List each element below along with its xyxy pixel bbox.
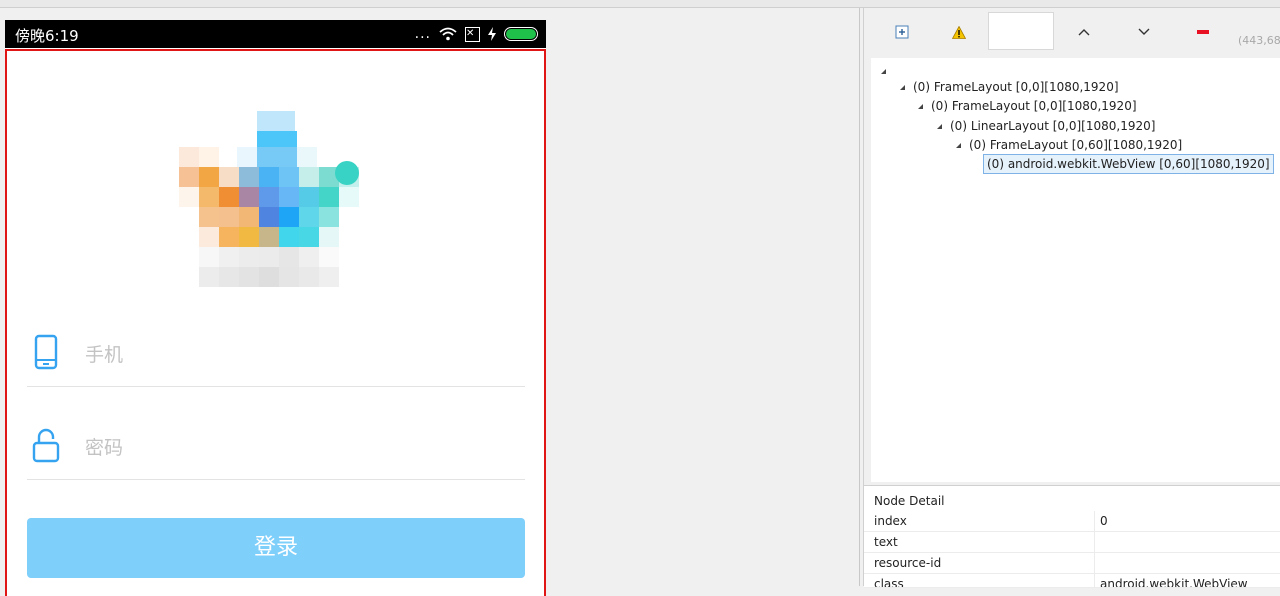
wifi-icon: [439, 27, 457, 41]
next-match-button[interactable]: [1131, 19, 1157, 45]
previous-match-button[interactable]: [1071, 19, 1097, 45]
detail-key: class: [874, 577, 904, 588]
tree-node-label: (0) LinearLayout [0,0][1080,1920]: [950, 119, 1156, 133]
login-button[interactable]: 登录: [27, 518, 525, 578]
status-bar: 傍晚6:19 ... ✕: [5, 20, 546, 48]
no-sim-icon: ✕: [465, 26, 480, 42]
detail-row-index[interactable]: index 0: [864, 511, 1280, 532]
expand-all-button[interactable]: [889, 19, 915, 45]
tree-node[interactable]: (0) LinearLayout [0,0][1080,1920]: [936, 117, 1155, 135]
tree-node-label: (0) FrameLayout [0,60][1080,1920]: [969, 138, 1183, 152]
screenshot-pane[interactable]: 傍晚6:19 ... ✕ 手机 密码 登录: [0, 8, 860, 596]
detail-value: android.webkit.WebView: [1100, 577, 1248, 588]
detail-row-text[interactable]: text: [864, 532, 1280, 553]
clear-search-button[interactable]: [1190, 19, 1216, 45]
tree-node-label: (0) android.webkit.WebView [0,60][1080,1…: [987, 157, 1270, 171]
detail-key: resource-id: [874, 556, 942, 570]
warning-icon: [952, 25, 966, 39]
chevron-up-icon: [1078, 29, 1090, 36]
detail-value: 0: [1100, 514, 1108, 528]
detail-row-resource-id[interactable]: resource-id: [864, 553, 1280, 574]
mobile-phone-icon: [34, 334, 58, 370]
tree-node[interactable]: (0) FrameLayout [0,0][1080,1920]: [899, 78, 1119, 96]
hierarchy-tree[interactable]: (0) FrameLayout [0,0][1080,1920] (0) Fra…: [871, 58, 1280, 482]
collapse-arrow-icon: [881, 68, 886, 74]
node-detail-panel: Node Detail index 0 text resource-id cla…: [864, 485, 1280, 588]
charging-icon: [488, 27, 496, 41]
search-input[interactable]: [988, 12, 1054, 50]
inspector-pane: (443,684 (0) FrameLayout [0,0][1080,1920…: [863, 8, 1280, 588]
tree-node[interactable]: (0) FrameLayout [0,60][1080,1920]: [955, 136, 1182, 154]
detail-key: index: [874, 514, 907, 528]
tree-root-toggle[interactable]: [880, 62, 887, 80]
detail-key: text: [874, 535, 898, 549]
device-screen[interactable]: 傍晚6:19 ... ✕ 手机 密码 登录: [5, 20, 546, 596]
chevron-down-icon: [1138, 28, 1150, 35]
tree-node[interactable]: (0) FrameLayout [0,0][1080,1920]: [917, 97, 1137, 115]
collapse-arrow-icon: [900, 84, 905, 90]
battery-icon: [504, 27, 538, 41]
inspector-toolbar: (443,684: [864, 8, 1280, 60]
status-icons: ... ✕: [415, 24, 538, 44]
toggle-nafs-button[interactable]: [946, 19, 972, 45]
password-input-placeholder: 密码: [85, 437, 124, 459]
selected-webview-highlight: 手机 密码 登录: [5, 49, 546, 596]
app-logo-icon: [179, 111, 359, 287]
status-time: 傍晚6:19: [15, 27, 79, 45]
collapse-arrow-icon: [956, 142, 961, 148]
phone-input-placeholder: 手机: [85, 344, 124, 366]
minus-icon: [1197, 30, 1209, 34]
window-top-edge: [0, 0, 1280, 8]
more-dots-icon: ...: [414, 26, 431, 42]
node-detail-title: Node Detail: [874, 494, 945, 508]
tree-node-selected[interactable]: (0) android.webkit.WebView [0,60][1080,1…: [983, 154, 1274, 174]
unlock-icon: [32, 428, 60, 463]
collapse-arrow-icon: [937, 123, 942, 129]
cursor-coordinates: (443,684: [1238, 34, 1280, 47]
collapse-arrow-icon: [918, 103, 923, 109]
phone-input-field[interactable]: 手机: [27, 326, 525, 387]
tree-node-label: (0) FrameLayout [0,0][1080,1920]: [913, 80, 1119, 94]
tree-node-label: (0) FrameLayout [0,0][1080,1920]: [931, 99, 1137, 113]
password-input-field[interactable]: 密码: [27, 419, 525, 480]
expand-all-icon: [895, 25, 909, 39]
